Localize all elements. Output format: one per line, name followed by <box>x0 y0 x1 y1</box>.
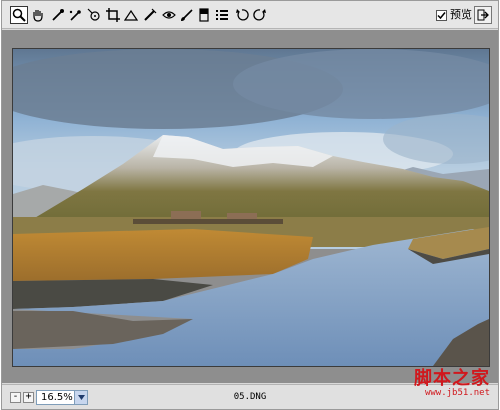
photo-preview <box>12 48 490 367</box>
graduated-filter-icon <box>199 8 209 22</box>
target-adjust-tool-button[interactable] <box>86 7 102 23</box>
target-adjust-icon <box>87 8 100 21</box>
hand-tool-button[interactable] <box>30 7 46 23</box>
rotate-right-icon <box>253 9 266 21</box>
red-eye-icon <box>162 11 176 19</box>
toolbar: 预览 <box>2 1 498 29</box>
checkmark-icon <box>437 11 446 19</box>
watermark-logo: 脚本之家 www.jb51.net <box>406 362 496 406</box>
white-balance-icon <box>52 9 64 21</box>
landscape-photo <box>13 49 489 366</box>
graduated-filter-tool-button[interactable] <box>196 7 212 23</box>
rotate-left-icon <box>236 9 249 21</box>
preferences-icon <box>216 10 228 20</box>
exit-icon <box>477 9 489 21</box>
watermark-url: www.jb51.net <box>424 388 490 398</box>
red-eye-tool-button[interactable] <box>161 7 177 23</box>
hand-icon <box>33 10 43 22</box>
preview-canvas[interactable] <box>2 30 498 383</box>
preview-toggle[interactable]: 预览 <box>436 8 472 22</box>
spot-removal-icon <box>144 8 157 21</box>
straighten-icon <box>124 9 138 21</box>
color-sampler-tool-button[interactable] <box>67 7 83 23</box>
color-sampler-icon <box>69 10 81 21</box>
zoom-icon <box>12 8 26 22</box>
watermark-main: 脚本之家 <box>414 368 490 389</box>
brush-tool-button[interactable] <box>179 7 195 23</box>
preview-checkbox[interactable] <box>436 9 447 21</box>
brush-icon <box>181 9 193 21</box>
spot-removal-tool-button[interactable] <box>142 7 158 23</box>
camera-raw-window: 预览 - + 16.5% 05.DNG <box>1 0 499 410</box>
rotate-left-button[interactable] <box>234 7 250 23</box>
crop-tool-button[interactable] <box>105 7 121 23</box>
exit-button[interactable] <box>474 6 492 24</box>
zoom-tool-button[interactable] <box>10 6 28 24</box>
rotate-right-button[interactable] <box>252 7 268 23</box>
white-balance-tool-button[interactable] <box>50 7 66 23</box>
preferences-button[interactable] <box>214 7 230 23</box>
preview-label: 预览 <box>450 8 472 21</box>
crop-icon <box>106 8 120 22</box>
straighten-tool-button[interactable] <box>123 7 139 23</box>
